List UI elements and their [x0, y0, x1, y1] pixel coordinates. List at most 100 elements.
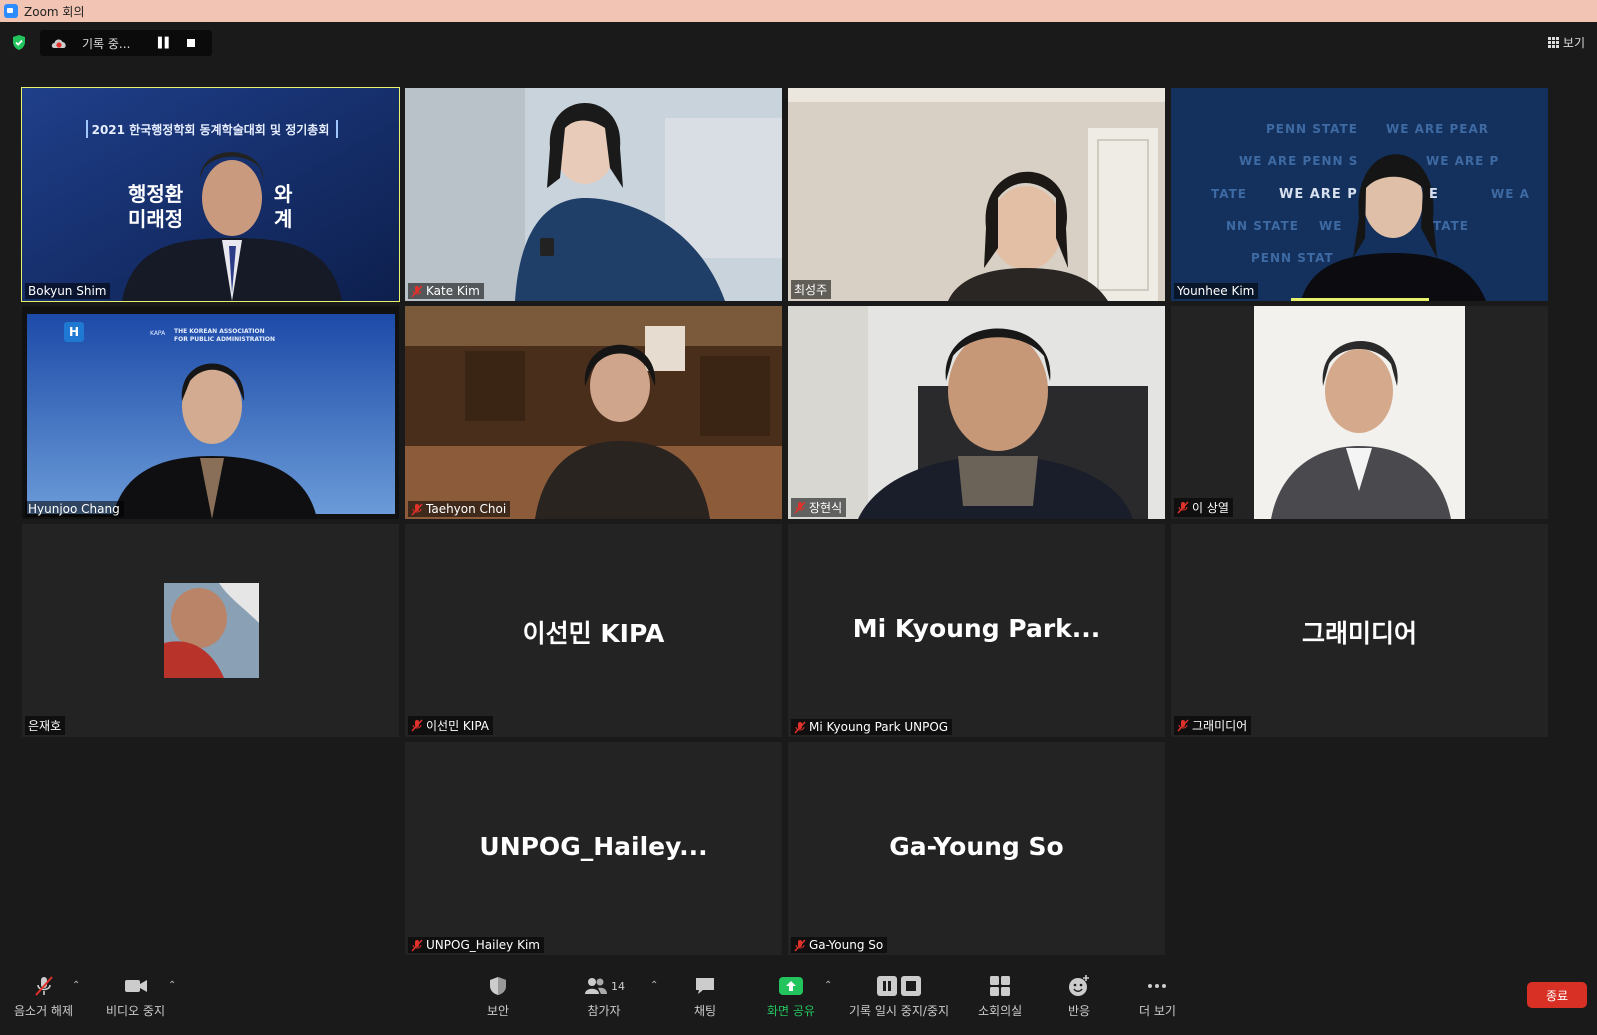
- participant-name-tag: 이선민 KIPA: [408, 716, 494, 735]
- more-dots-icon: [1145, 974, 1169, 998]
- participant-display-name: Mi Kyoung Park...: [852, 614, 1101, 643]
- org-name-line-1: THE KOREAN ASSOCIATION: [174, 328, 265, 335]
- window-titlebar: Zoom 회의: [0, 0, 1597, 22]
- grid-view-icon: [1547, 37, 1559, 48]
- participant-name-tag: Younhee Kim: [1174, 283, 1259, 299]
- participant-name: UNPOG_Hailey Kim: [426, 938, 540, 952]
- participant-display-name: 그래미디어: [1301, 619, 1417, 648]
- participant-name: Hyunjoo Chang: [28, 502, 120, 516]
- video-tile-choi-seongju[interactable]: 최성주: [788, 88, 1165, 301]
- participant-display-name: Ga-Young So: [889, 832, 1064, 861]
- participants-count: 14: [611, 979, 625, 993]
- pause-stop-recording-icon: [875, 974, 923, 998]
- audio-options-chevron-up-icon[interactable]: ⌃: [72, 980, 80, 991]
- record-button[interactable]: 기록 일시 중지/중지: [849, 974, 949, 1019]
- stop-recording-icon[interactable]: [187, 39, 196, 47]
- cloud-record-icon: [51, 39, 66, 48]
- participant-name-tag: UNPOG_Hailey Kim: [408, 937, 544, 953]
- video-tile-lee-seonmin[interactable]: 이선민 KIPA 이선민 KIPA: [405, 524, 782, 737]
- participants-label: 참가자: [587, 1004, 621, 1018]
- participant-video: [788, 88, 1165, 301]
- video-tile-taehyon-choi[interactable]: Taehyon Choi: [405, 306, 782, 519]
- background-text: WE ARE P: [1426, 154, 1500, 168]
- participant-video: [405, 88, 782, 301]
- participant-name-tag: Kate Kim: [408, 283, 484, 299]
- participant-name: Ga-Young So: [809, 938, 884, 952]
- view-button[interactable]: 보기: [1547, 34, 1585, 51]
- chat-button[interactable]: 채팅: [693, 974, 717, 1019]
- participant-name-tag: Mi Kyoung Park UNPOG: [791, 719, 953, 735]
- window-title: Zoom 회의: [24, 4, 85, 19]
- mic-muted-icon: [794, 720, 806, 734]
- unmute-label: 음소거 해제: [14, 1004, 74, 1018]
- participant-video: [405, 306, 782, 519]
- mic-muted-icon: [411, 938, 423, 952]
- unmute-button[interactable]: 음소거 해제: [14, 974, 73, 1019]
- breakout-rooms-label: 소회의실: [978, 1004, 1023, 1018]
- participant-video: [22, 88, 399, 301]
- more-button[interactable]: 더 보기: [1139, 974, 1176, 1019]
- profile-picture: [164, 583, 259, 678]
- background-text: PENN STAT: [1251, 251, 1334, 265]
- mic-muted-icon: [1177, 719, 1189, 732]
- participant-name: Mi Kyoung Park UNPOG: [809, 720, 949, 734]
- reactions-button[interactable]: 반응: [1067, 974, 1091, 1019]
- participants-options-chevron-up-icon[interactable]: ⌃: [650, 980, 658, 991]
- shield-check-icon[interactable]: [11, 34, 27, 51]
- video-tile-jang-hyunsik[interactable]: 장현식: [788, 306, 1165, 519]
- video-options-chevron-up-icon[interactable]: ⌃: [168, 980, 176, 991]
- stop-video-label: 비디오 중지: [106, 1004, 166, 1018]
- participant-name-tag: Bokyun Shim: [25, 283, 111, 299]
- more-label: 더 보기: [1139, 1004, 1176, 1018]
- participants-button[interactable]: 14 참가자: [583, 974, 625, 1019]
- share-options-chevron-up-icon[interactable]: ⌃: [824, 980, 832, 991]
- video-tile-mi-kyoung-park[interactable]: Mi Kyoung Park... Mi Kyoung Park UNPOG: [788, 524, 1165, 737]
- share-screen-button[interactable]: 화면 공유: [767, 974, 815, 1019]
- participant-name: 그래미디어: [1192, 719, 1248, 733]
- shield-icon: [487, 974, 509, 998]
- video-tile-unpog-hailey-kim[interactable]: UNPOG_Hailey... UNPOG_Hailey Kim: [405, 742, 782, 955]
- video-tile-lee-sangyeol[interactable]: 이 상열: [1171, 306, 1548, 519]
- participant-name: Bokyun Shim: [28, 284, 107, 298]
- video-tile-gramedia[interactable]: 그래미디어 그래미디어: [1171, 524, 1548, 737]
- security-label: 보안: [487, 1004, 510, 1018]
- participant-name-tag: Taehyon Choi: [408, 501, 511, 517]
- record-label: 기록 일시 중지/중지: [849, 1004, 949, 1018]
- speaking-indicator: [1291, 298, 1429, 301]
- video-tile-younhee-kim[interactable]: PENN STATE WE ARE PEAR WE ARE PENN S WE …: [1171, 88, 1548, 301]
- org-abbreviation: KAPA: [150, 330, 166, 337]
- breakout-rooms-button[interactable]: 소회의실: [978, 974, 1022, 1019]
- end-meeting-button[interactable]: 종료: [1527, 982, 1587, 1008]
- participant-name: 은재호: [28, 719, 62, 733]
- video-tile-kate-kim[interactable]: Kate Kim: [405, 88, 782, 301]
- view-label: 보기: [1562, 36, 1585, 50]
- participant-name: Taehyon Choi: [426, 502, 507, 516]
- org-name-line-2: FOR PUBLIC ADMINISTRATION: [174, 336, 276, 343]
- participant-video: [1171, 306, 1548, 519]
- smiley-add-icon: [1067, 974, 1091, 998]
- video-tile-ga-young-so[interactable]: Ga-Young So Ga-Young So: [788, 742, 1165, 955]
- participant-name-tag: Hyunjoo Chang: [25, 501, 124, 517]
- reactions-label: 반응: [1067, 1004, 1091, 1018]
- video-camera-icon: [123, 974, 149, 998]
- video-tile-bokyun-shim[interactable]: 2021 한국행정학회 동계학술대회 및 정기총회 행정환 와 미래정 계 Bo…: [21, 87, 400, 302]
- background-text: E: [1429, 187, 1439, 202]
- mic-muted-icon: [794, 938, 806, 952]
- mic-muted-icon: [32, 974, 56, 998]
- video-tile-hyunjoo-chang[interactable]: H KAPA THE KOREAN ASSOCIATION FOR PUBLIC…: [22, 306, 399, 519]
- stop-video-button[interactable]: 비디오 중지: [106, 974, 165, 1019]
- breakout-rooms-icon: [989, 974, 1011, 998]
- video-tile-eun-jaeho[interactable]: 은재호: [22, 524, 399, 737]
- security-button[interactable]: 보안: [487, 974, 509, 1019]
- chat-label: 채팅: [693, 1004, 717, 1018]
- logo-letter: H: [64, 322, 84, 342]
- participant-video: [788, 306, 1165, 519]
- pause-recording-icon[interactable]: ▌▌: [158, 38, 172, 49]
- participant-name: 최성주: [794, 283, 828, 297]
- background-text: TATE: [1211, 187, 1247, 201]
- participant-name: 이 상열: [1192, 501, 1229, 515]
- participant-name-tag: 최성주: [791, 280, 832, 299]
- mic-muted-icon: [411, 719, 423, 732]
- mic-muted-icon: [411, 502, 423, 516]
- background-text: NN STATE: [1226, 219, 1299, 233]
